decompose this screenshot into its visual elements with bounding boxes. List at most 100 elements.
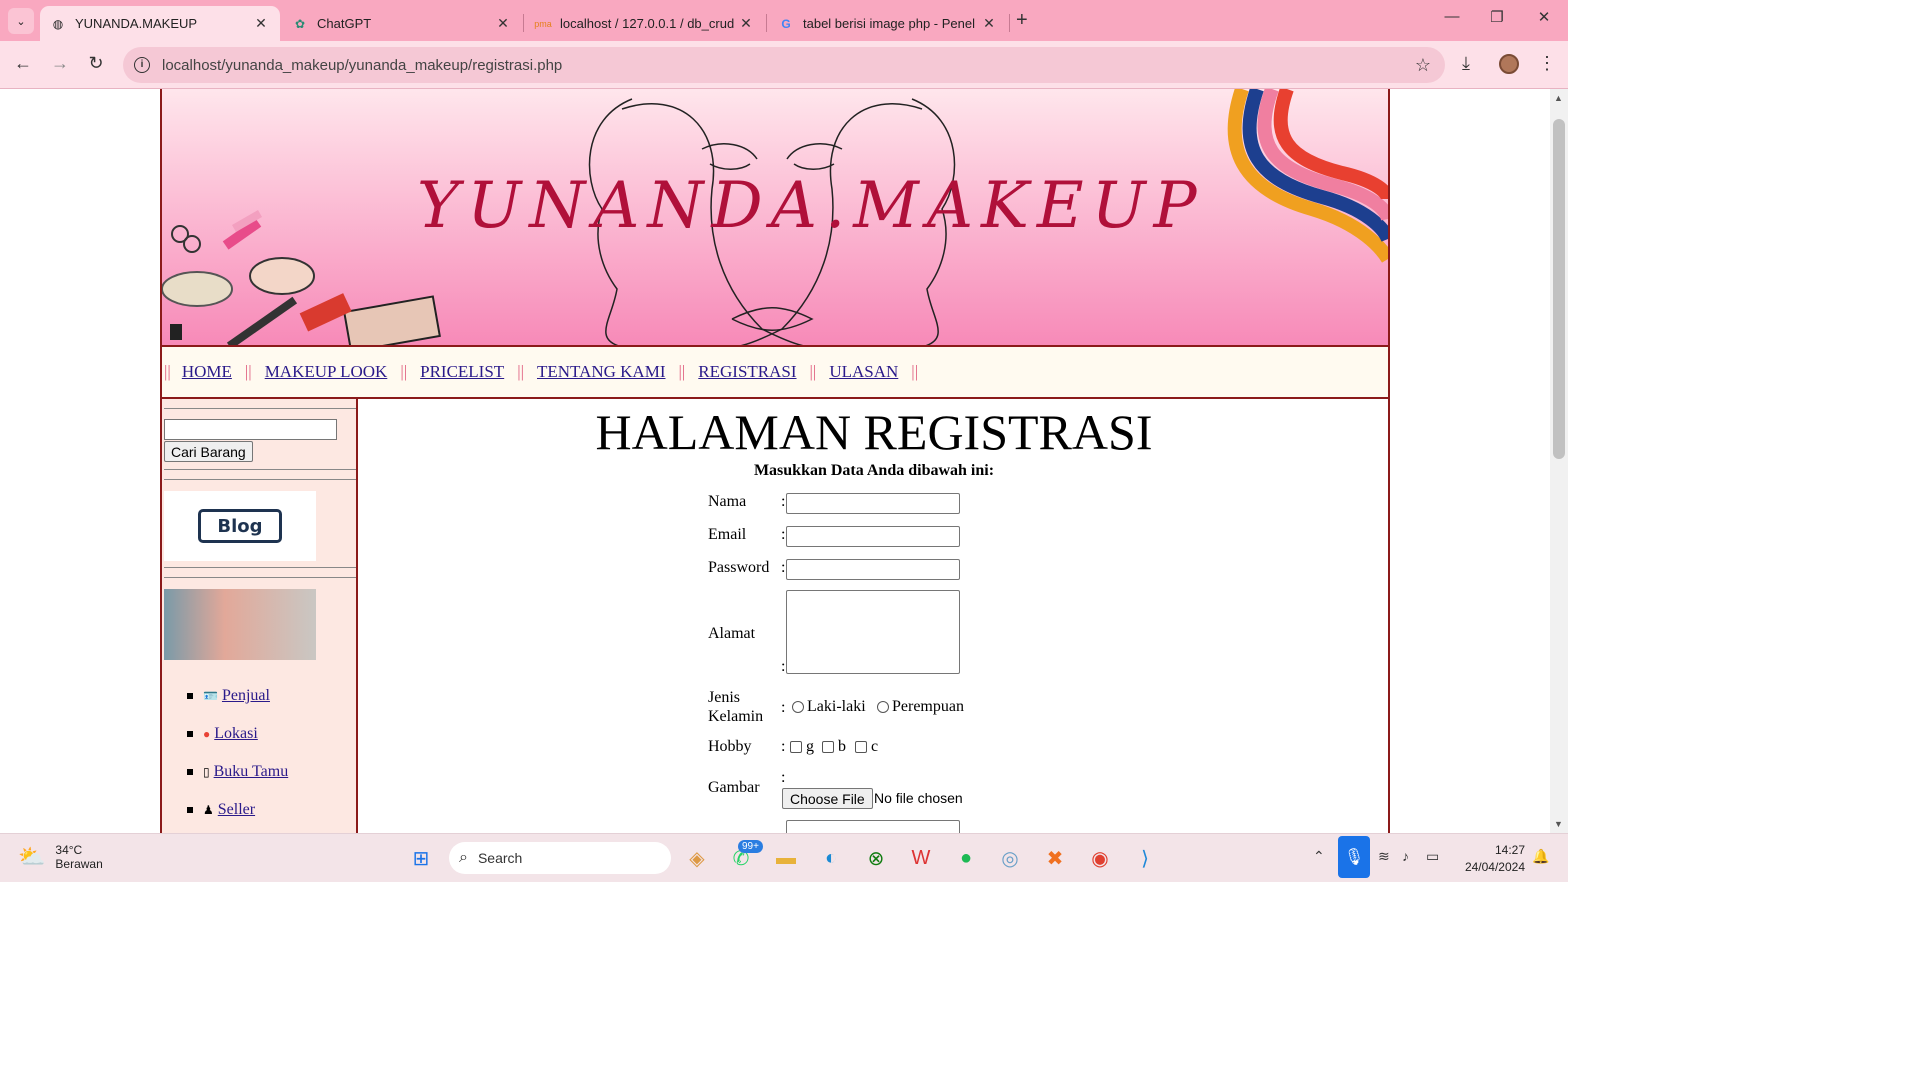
microphone-icon[interactable]: 🎙 [1338, 836, 1370, 878]
next-field[interactable] [786, 820, 960, 833]
spotify-icon[interactable]: ● [952, 844, 980, 872]
tab-separator [523, 14, 524, 32]
menu-makeup-look[interactable]: MAKEUP LOOK [265, 362, 388, 382]
nama-field[interactable] [786, 493, 960, 514]
app-icon[interactable]: ◎ [996, 844, 1024, 872]
globe-icon: ◍ [52, 16, 64, 31]
tray-overflow-icon[interactable]: ⌃ [1313, 848, 1325, 865]
choose-file-button[interactable]: Choose File [782, 788, 873, 809]
divider [164, 479, 356, 480]
search-button[interactable]: Cari Barang [164, 441, 253, 462]
site-info-icon[interactable]: i [134, 57, 150, 73]
tab-title: tabel berisi image php - Penel [803, 16, 975, 31]
download-icon[interactable]: ⤓ [1462, 53, 1470, 74]
sidebar-item-penjual: 🪪 Penjual [187, 677, 288, 715]
xbox-icon[interactable]: ⊗ [862, 844, 890, 872]
tab-search-button[interactable]: ⌄ [8, 8, 34, 34]
hobby-option-g[interactable]: g [790, 738, 814, 756]
volume-icon[interactable]: ♪ [1402, 848, 1409, 864]
notification-badge: 99+ [738, 840, 763, 853]
tab-phpmyadmin[interactable]: pma localhost / 127.0.0.1 / db_crud / ✕ [525, 6, 765, 41]
divider [164, 567, 356, 568]
wps-icon[interactable]: W [907, 844, 935, 872]
minimize-icon[interactable]: — [1432, 8, 1472, 25]
tab-google[interactable]: G tabel berisi image php - Penel ✕ [768, 6, 1008, 41]
search-input[interactable] [164, 419, 337, 440]
url-text[interactable]: localhost/yunanda_makeup/yunanda_makeup/… [162, 57, 1415, 74]
notification-bell-icon[interactable]: 🔔 [1532, 848, 1549, 865]
windows-start-icon[interactable]: ⊞ [407, 844, 435, 872]
tab-yunanda[interactable]: ◍ YUNANDA.MAKEUP ✕ [40, 6, 280, 41]
colon: : [781, 526, 786, 543]
page-scrollbar[interactable]: ▲ ▼ [1550, 89, 1568, 833]
gender-option-laki[interactable]: Laki-laki [792, 698, 866, 716]
clock[interactable]: 14:27 24/04/2024 [1459, 842, 1525, 876]
wifi-icon[interactable]: ≋ [1378, 848, 1390, 865]
close-tab-icon[interactable]: ✕ [737, 15, 755, 32]
option-label: Laki-laki [807, 698, 866, 715]
menu-separator: || [517, 362, 524, 381]
back-icon[interactable]: ← [11, 53, 35, 74]
forward-icon[interactable]: → [48, 53, 72, 74]
checkbox[interactable] [855, 741, 867, 754]
close-tab-icon[interactable]: ✕ [980, 15, 998, 32]
menu-kebab-icon[interactable]: ⋮ [1538, 53, 1556, 74]
menu-pricelist[interactable]: PRICELIST [420, 362, 504, 382]
file-explorer-icon[interactable]: ▬ [772, 844, 800, 872]
browser-toolbar: ← → ↻ i localhost/yunanda_makeup/yunanda… [0, 41, 1568, 89]
link-penjual[interactable]: Penjual [222, 687, 270, 705]
bookmark-star-icon[interactable]: ☆ [1415, 55, 1431, 76]
hobby-option-c[interactable]: c [855, 738, 878, 756]
password-field[interactable] [786, 559, 960, 580]
option-label: g [806, 738, 814, 755]
menu-ulasan[interactable]: ULASAN [829, 362, 898, 382]
menu-registrasi[interactable]: REGISTRASI [698, 362, 796, 382]
close-tab-icon[interactable]: ✕ [494, 15, 512, 32]
copilot-icon[interactable]: ◈ [683, 844, 711, 872]
menu-separator: || [809, 362, 817, 381]
file-status: No file chosen [874, 790, 963, 806]
makeup-face-image [164, 589, 316, 660]
page-viewport: YUNANDA.MAKEUP || HOME || MAKEUP LOOK ||… [0, 89, 1550, 833]
guestbook-icon: ▯ [203, 764, 210, 779]
weather-widget[interactable]: ⛅ 34°C Berawan [18, 843, 103, 871]
link-buku-tamu[interactable]: Buku Tamu [214, 763, 289, 781]
scroll-up-icon[interactable]: ▲ [1554, 93, 1563, 103]
address-bar[interactable]: i localhost/yunanda_makeup/yunanda_makeu… [123, 47, 1445, 83]
tab-chatgpt[interactable]: ✿ ChatGPT ✕ [282, 6, 522, 41]
link-lokasi[interactable]: Lokasi [214, 725, 258, 743]
menu-separator: || [400, 362, 408, 381]
checkbox[interactable] [790, 741, 802, 754]
registration-content: HALAMAN REGISTRASI Masukkan Data Anda di… [360, 399, 1388, 833]
menu-tentang-kami[interactable]: TENTANG KAMI [537, 362, 665, 382]
taskbar: ⛅ 34°C Berawan ⊞ ⌕ Search ◈ ✆ ▬ ◐ ⊗ W ● … [0, 833, 1568, 882]
menu-separator: || [911, 362, 919, 381]
edge-icon[interactable]: ◐ [817, 844, 845, 872]
menu-home[interactable]: HOME [182, 362, 232, 382]
site-banner: YUNANDA.MAKEUP [162, 89, 1388, 347]
gender-option-perempuan[interactable]: Perempuan [877, 698, 964, 716]
scroll-down-icon[interactable]: ▼ [1554, 819, 1563, 829]
radio-button[interactable] [792, 701, 804, 714]
profile-avatar[interactable] [1499, 54, 1519, 74]
divider [164, 469, 356, 470]
email-field[interactable] [786, 526, 960, 547]
link-seller[interactable]: Seller [218, 801, 255, 819]
new-tab-icon[interactable]: + [1016, 9, 1028, 32]
scrollbar-thumb[interactable] [1553, 119, 1565, 459]
checkbox[interactable] [822, 741, 834, 754]
close-window-icon[interactable]: ✕ [1524, 8, 1564, 26]
reload-icon[interactable]: ↻ [84, 53, 108, 74]
radio-button[interactable] [877, 701, 889, 714]
battery-icon[interactable]: ▭ [1426, 848, 1439, 865]
vscode-icon[interactable]: ⟩ [1131, 844, 1159, 872]
restore-icon[interactable]: ❐ [1477, 8, 1517, 26]
taskbar-search[interactable]: ⌕ Search [449, 842, 671, 874]
alamat-textarea[interactable] [786, 590, 960, 674]
close-tab-icon[interactable]: ✕ [252, 15, 270, 32]
blog-image[interactable]: Blog [164, 491, 316, 561]
xampp-icon[interactable]: ✖ [1041, 844, 1069, 872]
chrome-icon[interactable]: ◉ [1086, 844, 1114, 872]
hobby-option-b[interactable]: b [822, 738, 846, 756]
label-password: Password [708, 559, 770, 576]
